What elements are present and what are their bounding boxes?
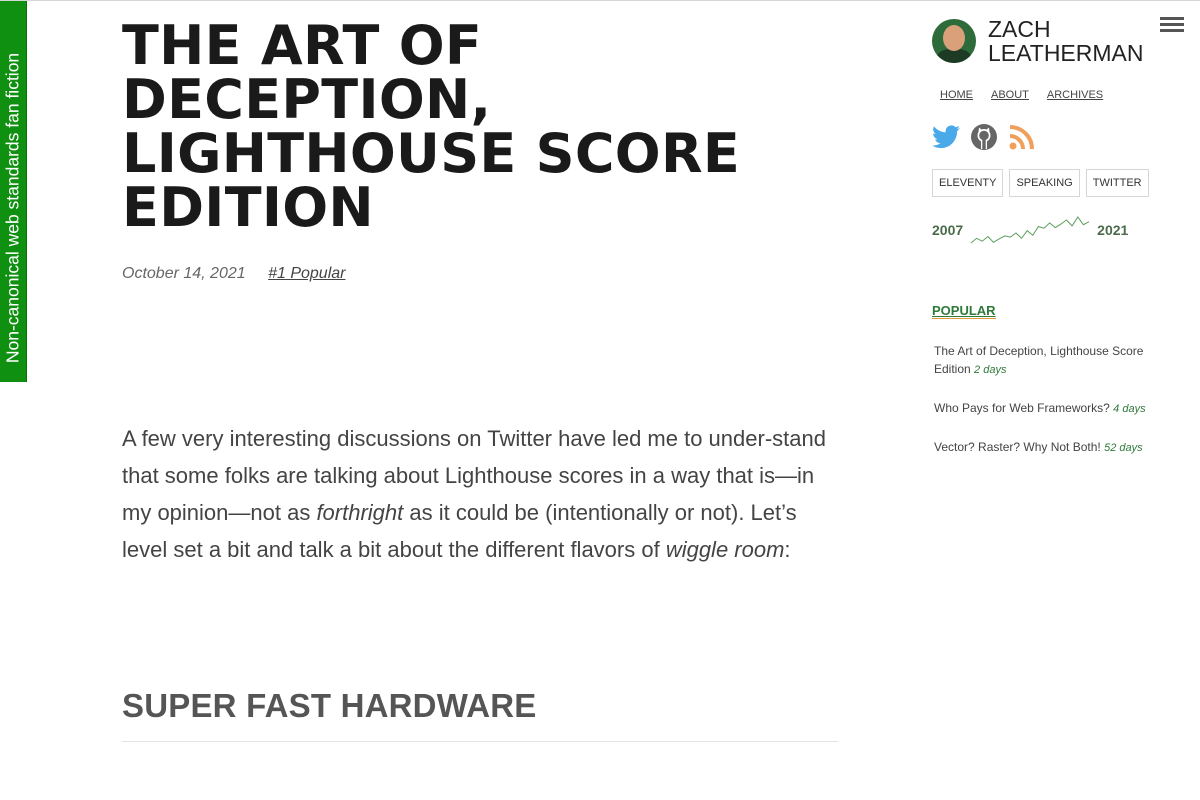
popular-item[interactable]: Who Pays for Web Frameworks? 4 days — [934, 399, 1146, 418]
site-brand[interactable]: ZACH LEATHERMAN — [932, 17, 1172, 65]
primary-nav: HOME ABOUT ARCHIVES — [940, 89, 1172, 101]
rss-icon[interactable] — [1008, 123, 1036, 151]
avatar — [932, 19, 976, 63]
site-name[interactable]: ZACH LEATHERMAN — [988, 17, 1144, 65]
sparkline-line — [970, 216, 1090, 244]
site-name-first: ZACH — [988, 16, 1051, 42]
twitter-icon[interactable] — [932, 125, 960, 149]
popular-item-ago: 4 days — [1113, 403, 1146, 415]
sparkline-end-year: 2021 — [1097, 222, 1129, 238]
pill-twitter[interactable]: TWITTER — [1085, 169, 1149, 197]
popular-item-ago: 2 days — [974, 364, 1007, 376]
popular-tag-link[interactable]: #1 Popular — [268, 265, 345, 282]
menu-icon[interactable] — [1160, 17, 1184, 35]
pill-eleventy[interactable]: ELEVENTY — [932, 169, 1004, 197]
page-title: THE ART OF DECEPTION, LIGHTHOUSE SCORE E… — [122, 14, 741, 239]
fan-fiction-ribbon[interactable]: Non-canonical web standards fan fiction — [0, 1, 27, 382]
lead-text-3: : — [784, 537, 791, 562]
lead-emphasis-1: forthright — [316, 500, 404, 525]
popular-item[interactable]: The Art of Deception, Lighthouse Score E… — [934, 342, 1146, 379]
post-meta: October 14, 2021 #1 Popular — [122, 265, 838, 283]
sparkline-chart — [970, 216, 1090, 244]
popular-list: The Art of Deception, Lighthouse Score E… — [934, 342, 1146, 457]
nav-home[interactable]: HOME — [940, 89, 973, 101]
popular-item-title: Vector? Raster? Why Not Both! — [934, 440, 1101, 454]
pill-speaking[interactable]: SPEAKING — [1009, 169, 1080, 197]
site-name-last: LEATHERMAN — [988, 40, 1144, 66]
section-heading: SUPER FAST HARDWARE — [122, 687, 838, 742]
lead-paragraph: A few very interesting discussions on Tw… — [122, 420, 838, 568]
posting-sparkline[interactable]: 2007 2021 — [932, 215, 1172, 245]
ribbon-text: Non-canonical web standards fan fiction — [2, 52, 23, 364]
post-date: October 14, 2021 — [122, 265, 246, 282]
popular-item-ago: 52 days — [1104, 442, 1143, 454]
article: THE ART OF DECEPTION, LIGHTHOUSE SCORE E… — [122, 1, 838, 742]
popular-heading-link[interactable]: POPULAR — [932, 303, 996, 319]
nav-archives[interactable]: ARCHIVES — [1047, 89, 1103, 101]
social-links — [932, 123, 1172, 151]
popular-item[interactable]: Vector? Raster? Why Not Both! 52 days — [934, 438, 1146, 457]
popular-item-title: The Art of Deception, Lighthouse Score E… — [934, 344, 1144, 376]
github-icon[interactable] — [970, 123, 998, 151]
sidebar: ZACH LEATHERMAN HOME ABOUT ARCHIVES ELEV… — [932, 17, 1172, 477]
topic-pills: ELEVENTY SPEAKING TWITTER — [932, 169, 1172, 197]
sparkline-start-year: 2007 — [932, 222, 964, 238]
popular-item-title: Who Pays for Web Frameworks? — [934, 401, 1110, 415]
lead-emphasis-2: wiggle room — [665, 537, 785, 562]
nav-about[interactable]: ABOUT — [991, 89, 1029, 101]
